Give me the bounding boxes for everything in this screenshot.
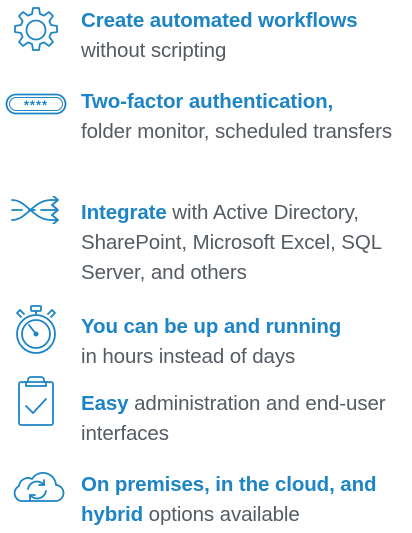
- feature-text: Create automated workflows without scrip…: [81, 6, 411, 66]
- clipboard-check-icon: [4, 374, 68, 426]
- feature-highlight: You can be up and running: [81, 315, 342, 338]
- password-field-icon: ****: [4, 93, 68, 145]
- shuffle-arrows-icon: [4, 196, 68, 248]
- feature-highlight: Integrate: [81, 201, 167, 224]
- feature-text: Easy administration and end-user interfa…: [81, 389, 411, 449]
- feature-highlight: Easy: [81, 392, 129, 415]
- feature-description: folder monitor, scheduled transfers: [81, 120, 392, 143]
- cloud-sync-icon: [4, 466, 68, 518]
- feature-description: in hours instead of days: [81, 345, 296, 368]
- feature-highlight: Two-factor authentication,: [81, 90, 334, 113]
- feature-highlight: Create automated workflows: [81, 9, 358, 32]
- gear-icon: [4, 6, 68, 58]
- feature-text: Two-factor authentication, folder monito…: [81, 87, 411, 147]
- feature-text: Integrate with Active Directory, SharePo…: [81, 198, 411, 288]
- stopwatch-icon: [4, 304, 68, 356]
- feature-description: without scripting: [81, 39, 227, 62]
- feature-text: You can be up and running in hours inste…: [81, 312, 411, 372]
- password-mask: ****: [24, 98, 48, 113]
- feature-text: On premises, in the cloud, and hybrid op…: [81, 470, 411, 530]
- feature-description: options available: [148, 503, 300, 526]
